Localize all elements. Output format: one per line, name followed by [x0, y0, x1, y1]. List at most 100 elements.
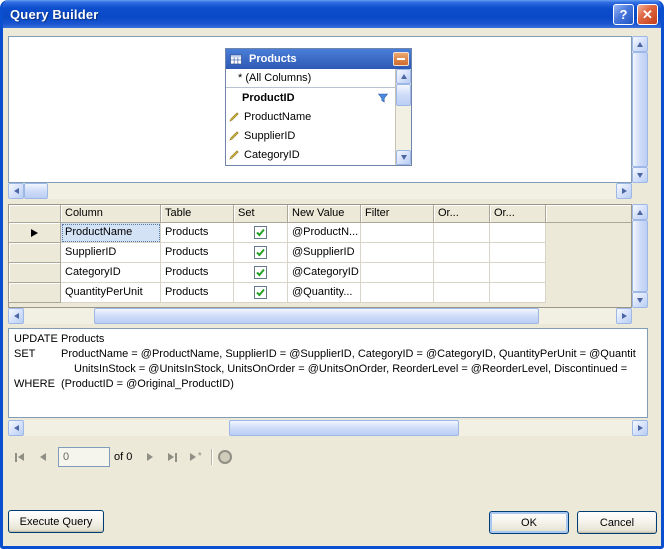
- grid-header-table[interactable]: Table: [161, 205, 234, 223]
- scroll-track[interactable]: [24, 308, 616, 324]
- move-last-button[interactable]: [161, 446, 184, 468]
- checkbox-checked-icon[interactable]: [254, 286, 267, 299]
- diagram-horizontal-scrollbar[interactable]: [8, 183, 632, 199]
- checkbox-checked-icon[interactable]: [254, 266, 267, 279]
- title-bar[interactable]: Query Builder ? ✕: [0, 0, 664, 28]
- cell-column[interactable]: ProductName: [61, 223, 161, 243]
- scroll-thumb[interactable]: [396, 84, 411, 106]
- table-icon: [230, 54, 242, 65]
- cell-or2[interactable]: [490, 283, 546, 303]
- cell-set[interactable]: [234, 223, 288, 243]
- cell-set[interactable]: [234, 243, 288, 263]
- diagram-vertical-scrollbar[interactable]: [632, 36, 648, 183]
- scroll-up-button[interactable]: [632, 36, 648, 52]
- cell-or2[interactable]: [490, 243, 546, 263]
- cell-table[interactable]: Products: [161, 263, 234, 283]
- cell-new-value[interactable]: @CategoryID: [288, 263, 361, 283]
- cell-table[interactable]: Products: [161, 243, 234, 263]
- execute-query-button[interactable]: Execute Query: [8, 510, 104, 533]
- cell-or2[interactable]: [490, 223, 546, 243]
- scroll-left-button[interactable]: [8, 183, 24, 199]
- checkbox-checked-icon[interactable]: [254, 246, 267, 259]
- scroll-thumb[interactable]: [94, 308, 539, 324]
- grid-header-filler: [546, 205, 631, 223]
- record-navigator: of 0 *: [8, 444, 232, 470]
- grid-header-set[interactable]: Set: [234, 205, 288, 223]
- stop-query-button[interactable]: [218, 450, 232, 464]
- scroll-track[interactable]: [396, 84, 411, 150]
- cell-set[interactable]: [234, 283, 288, 303]
- scroll-track[interactable]: [24, 183, 616, 199]
- scroll-up-button[interactable]: [632, 204, 648, 220]
- scroll-left-button[interactable]: [8, 308, 24, 324]
- cell-column[interactable]: SupplierID: [61, 243, 161, 263]
- cell-or1[interactable]: [434, 223, 490, 243]
- ok-button[interactable]: OK: [489, 511, 569, 534]
- close-button[interactable]: ✕: [637, 4, 658, 25]
- products-table-card[interactable]: Products * (All Columns) ProductID: [225, 48, 412, 166]
- cell-or1[interactable]: [434, 283, 490, 303]
- row-selector[interactable]: [9, 283, 61, 303]
- table-card-header[interactable]: Products: [226, 49, 411, 69]
- cell-table[interactable]: Products: [161, 283, 234, 303]
- scroll-right-button[interactable]: [632, 420, 648, 436]
- row-selector[interactable]: [9, 263, 61, 283]
- diagram-pane[interactable]: Products * (All Columns) ProductID: [8, 36, 632, 183]
- scroll-thumb[interactable]: [24, 183, 48, 199]
- cell-new-value[interactable]: @SupplierID: [288, 243, 361, 263]
- grid-header-or1[interactable]: Or...: [434, 205, 490, 223]
- table-card-scrollbar[interactable]: [395, 69, 411, 165]
- cell-new-value[interactable]: @ProductN...: [288, 223, 361, 243]
- cell-column[interactable]: QuantityPerUnit: [61, 283, 161, 303]
- scroll-down-button[interactable]: [632, 292, 648, 308]
- table-column-supplierid[interactable]: SupplierID: [226, 126, 395, 145]
- cell-filter[interactable]: [361, 223, 434, 243]
- sql-keyword: [9, 362, 61, 377]
- row-selector[interactable]: [9, 243, 61, 263]
- record-position-input[interactable]: [58, 447, 110, 467]
- grid-vertical-scrollbar[interactable]: [632, 204, 648, 308]
- cell-or1[interactable]: [434, 263, 490, 283]
- scroll-track[interactable]: [24, 420, 632, 436]
- cell-table[interactable]: Products: [161, 223, 234, 243]
- cell-filter[interactable]: [361, 263, 434, 283]
- scroll-down-button[interactable]: [632, 167, 648, 183]
- scroll-thumb[interactable]: [229, 420, 459, 436]
- sql-pane[interactable]: UPDATE Products SET ProductName = @Produ…: [8, 328, 648, 418]
- grid-header-new-value[interactable]: New Value: [288, 205, 361, 223]
- cell-column[interactable]: CategoryID: [61, 263, 161, 283]
- scroll-right-button[interactable]: [616, 308, 632, 324]
- grid-corner-header[interactable]: [9, 205, 61, 223]
- checkbox-checked-icon[interactable]: [254, 226, 267, 239]
- move-previous-button[interactable]: [31, 446, 54, 468]
- cell-or2[interactable]: [490, 263, 546, 283]
- table-column-productname[interactable]: ProductName: [226, 107, 395, 126]
- scroll-up-button[interactable]: [396, 69, 411, 84]
- cancel-button[interactable]: Cancel: [577, 511, 657, 534]
- cell-set[interactable]: [234, 263, 288, 283]
- grid-header-filter[interactable]: Filter: [361, 205, 434, 223]
- scroll-thumb[interactable]: [632, 52, 648, 167]
- cell-filter[interactable]: [361, 283, 434, 303]
- move-previous-icon: [40, 453, 46, 461]
- cell-filter[interactable]: [361, 243, 434, 263]
- sql-horizontal-scrollbar[interactable]: [8, 420, 648, 436]
- table-column-all[interactable]: * (All Columns): [226, 69, 395, 88]
- table-column-categoryid[interactable]: CategoryID: [226, 145, 395, 164]
- table-minimize-button[interactable]: [393, 52, 409, 66]
- scroll-left-button[interactable]: [8, 420, 24, 436]
- scroll-thumb[interactable]: [632, 220, 648, 292]
- grid-header-column[interactable]: Column: [61, 205, 161, 223]
- move-next-button[interactable]: [138, 446, 161, 468]
- grid-horizontal-scrollbar[interactable]: [8, 308, 632, 324]
- table-column-productid[interactable]: ProductID: [226, 88, 395, 107]
- cell-new-value[interactable]: @Quantity...: [288, 283, 361, 303]
- scroll-right-button[interactable]: [616, 183, 632, 199]
- row-selector[interactable]: [9, 223, 61, 243]
- scroll-down-button[interactable]: [396, 150, 411, 165]
- move-first-button[interactable]: [8, 446, 31, 468]
- cell-or1[interactable]: [434, 243, 490, 263]
- add-new-record-button[interactable]: *: [184, 446, 207, 468]
- grid-header-or2[interactable]: Or...: [490, 205, 546, 223]
- help-button[interactable]: ?: [613, 4, 634, 25]
